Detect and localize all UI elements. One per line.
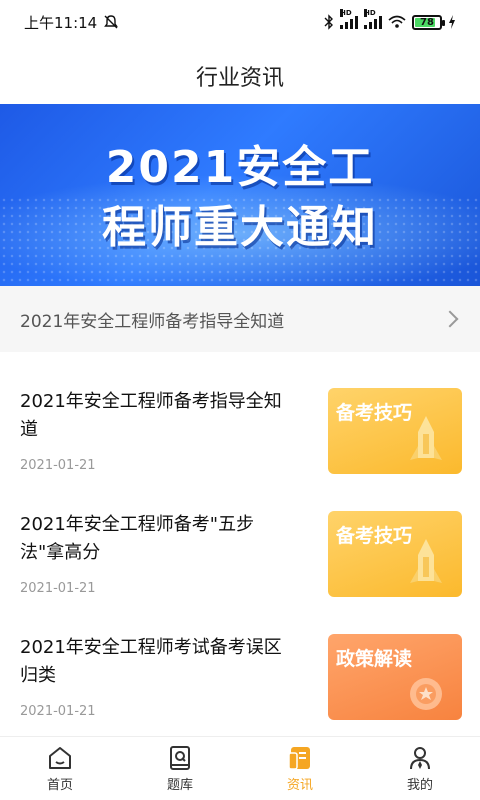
tab-label: 首页 <box>46 778 73 793</box>
article-date: 2021-01-21 <box>20 581 96 596</box>
signal-icon: HD <box>340 9 358 29</box>
mute-icon <box>104 15 119 29</box>
thumbnail-tag: 备考技巧 <box>336 525 413 547</box>
banner-line-1: 2021安全工 <box>105 142 375 193</box>
thumbnail-tag: 政策解读 <box>336 648 413 670</box>
article-title: 2021年安全工程师考试备考误区归类 <box>20 637 282 686</box>
banner-text: 2021安全工 程师重大通知 <box>0 138 480 258</box>
status-bar: 上午11:14 HD HD 78 <box>0 0 480 44</box>
article-date: 2021-01-21 <box>20 704 96 719</box>
article-date: 2021-01-21 <box>20 458 96 473</box>
medal-icon <box>410 678 442 710</box>
rocket-icon <box>410 416 442 460</box>
bottom-tab-bar: 首页 题库 资讯 我的 <box>0 736 480 800</box>
battery-icon: 78 <box>412 14 445 30</box>
article-title: 2021年安全工程师备考"五步法"拿高分 <box>20 514 255 563</box>
news-icon <box>288 747 310 770</box>
question-bank-icon <box>170 746 190 770</box>
article-thumbnail: 政策解读 <box>328 634 462 720</box>
home-icon <box>49 747 71 769</box>
tab-profile[interactable]: 我的 <box>360 737 480 800</box>
article-thumbnail: 备考技巧 <box>328 511 462 597</box>
article-thumbnail: 备考技巧 <box>328 388 462 474</box>
profile-icon <box>410 747 430 770</box>
tab-label: 资讯 <box>286 778 313 793</box>
article-item[interactable]: 2021年安全工程师备考"五步法"拿高分 2021-01-21 备考技巧 <box>0 511 480 623</box>
signal-icon: HD <box>364 9 382 29</box>
article-item[interactable]: 2021年安全工程师考试备考误区归类 2021-01-21 政策解读 <box>0 634 480 746</box>
tab-label: 题库 <box>166 778 193 793</box>
chevron-right-icon <box>441 310 459 328</box>
tab-news[interactable]: 资讯 <box>240 737 360 800</box>
rocket-icon <box>410 539 442 583</box>
page-title: 行业资讯 <box>195 66 284 91</box>
charging-icon <box>449 15 455 29</box>
bluetooth-icon <box>324 14 333 30</box>
tab-label: 我的 <box>406 778 433 793</box>
page-header: 行业资讯 <box>0 54 480 98</box>
notice-row[interactable]: 2021年安全工程师备考指导全知道 <box>0 286 480 352</box>
banner[interactable]: 2021安全工 程师重大通知 <box>0 104 480 286</box>
wifi-icon <box>388 15 406 28</box>
thumbnail-tag: 备考技巧 <box>336 402 413 424</box>
tab-question-bank[interactable]: 题库 <box>120 737 240 800</box>
tab-home[interactable]: 首页 <box>0 737 120 800</box>
banner-line-2: 程师重大通知 <box>102 202 378 253</box>
notice-text: 2021年安全工程师备考指导全知道 <box>20 311 285 332</box>
battery-level: 78 <box>420 16 434 28</box>
status-time: 上午11:14 <box>24 13 98 32</box>
article-item[interactable]: 2021年安全工程师备考指导全知道 2021-01-21 备考技巧 <box>0 388 480 500</box>
article-title: 2021年安全工程师备考指导全知道 <box>20 391 282 440</box>
